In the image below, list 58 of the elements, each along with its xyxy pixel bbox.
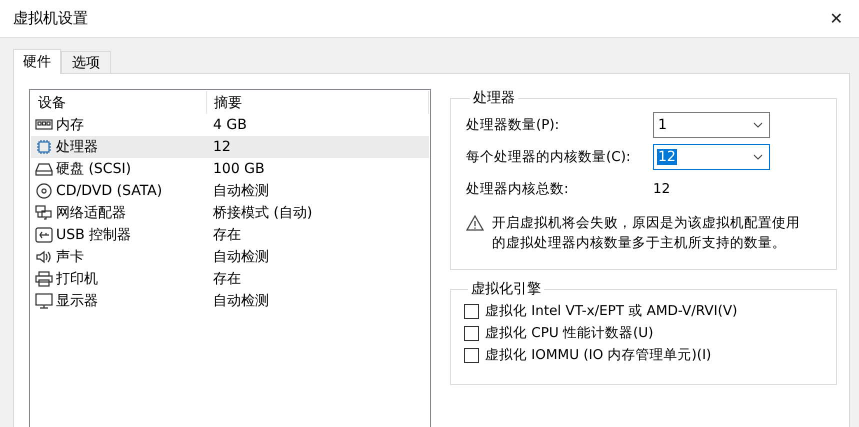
close-button[interactable]: ✕	[826, 9, 847, 28]
device-name: 声卡	[56, 248, 84, 266]
checkbox-option[interactable]: 虚拟化 CPU 性能计数器(U)	[464, 322, 822, 344]
chevron-icon	[753, 154, 763, 160]
field-label: 每个处理器的内核数量(C):	[466, 148, 632, 166]
device-summary: 存在	[213, 270, 242, 288]
device-summary: 12	[213, 139, 232, 155]
warning-icon	[466, 215, 484, 231]
field-label: 处理器内核总数:	[466, 180, 570, 198]
device-row[interactable]: 硬盘 (SCSI) 100 GB	[31, 158, 429, 180]
chip-icon	[35, 139, 53, 155]
device-summary: 4 GB	[213, 117, 248, 133]
field-value: 12	[653, 181, 672, 197]
tab[interactable]: 选项	[61, 51, 111, 73]
checkbox-option[interactable]: 虚拟化 Intel VT-x/EPT 或 AMD-V/RVI(V)	[464, 300, 822, 322]
device-row[interactable]: 打印机 存在	[31, 268, 429, 290]
usb-icon	[35, 227, 53, 243]
checkbox[interactable]	[464, 326, 479, 340]
checkbox-option[interactable]: 虚拟化 IOMMU (IO 内存管理单元)(I)	[464, 344, 822, 366]
device-name: 处理器	[56, 138, 98, 156]
device-name: USB 控制器	[56, 226, 132, 244]
device-summary: 桥接模式 (自动)	[213, 204, 314, 222]
device-name: 网络适配器	[56, 204, 126, 222]
checkbox[interactable]	[464, 348, 479, 362]
device-name: 打印机	[56, 270, 98, 288]
device-row[interactable]: CD/DVD (SATA) 自动检测	[31, 180, 429, 202]
speaker-icon	[35, 249, 53, 265]
tab[interactable]: 硬件	[13, 49, 61, 74]
dropdown[interactable]: 12	[653, 144, 770, 170]
dropdown[interactable]: 1	[653, 112, 770, 138]
device-row[interactable]: 内存 4 GB	[31, 114, 429, 136]
printer-icon	[35, 271, 53, 287]
window-title: 虚拟机设置	[13, 9, 88, 28]
device-summary: 100 GB	[213, 161, 266, 177]
column-header[interactable]: 设备	[31, 91, 207, 114]
group-title: 处理器	[472, 89, 516, 107]
device-row[interactable]: USB 控制器 存在	[31, 224, 429, 246]
disc-icon	[35, 183, 53, 199]
monitor-icon	[35, 293, 53, 309]
device-row[interactable]: 声卡 自动检测	[31, 246, 429, 268]
network-icon	[35, 205, 53, 221]
column-header[interactable]: 摘要	[207, 91, 429, 114]
device-name: CD/DVD (SATA)	[56, 183, 162, 199]
checkbox[interactable]	[464, 304, 479, 318]
device-name: 硬盘 (SCSI)	[56, 160, 132, 178]
field-label: 处理器数量(P):	[466, 116, 560, 134]
device-row[interactable]: 处理器 12	[31, 136, 429, 158]
device-row[interactable]: 网络适配器 桥接模式 (自动)	[31, 202, 429, 224]
device-name: 显示器	[56, 292, 98, 310]
device-summary: 自动检测	[213, 248, 270, 266]
group-title: 虚拟化引擎	[470, 280, 542, 298]
device-summary: 自动检测	[213, 292, 270, 310]
chevron-icon	[753, 122, 763, 128]
device-summary: 自动检测	[213, 182, 270, 200]
device-name: 内存	[56, 116, 84, 134]
device-summary: 存在	[213, 226, 242, 244]
warning-message: 开启虚拟机将会失败，原因是为该虚拟机配置使用的虚拟处理器内核数量多于主机所支持的数量。	[492, 214, 801, 253]
device-row[interactable]: 显示器 自动检测	[31, 290, 429, 312]
